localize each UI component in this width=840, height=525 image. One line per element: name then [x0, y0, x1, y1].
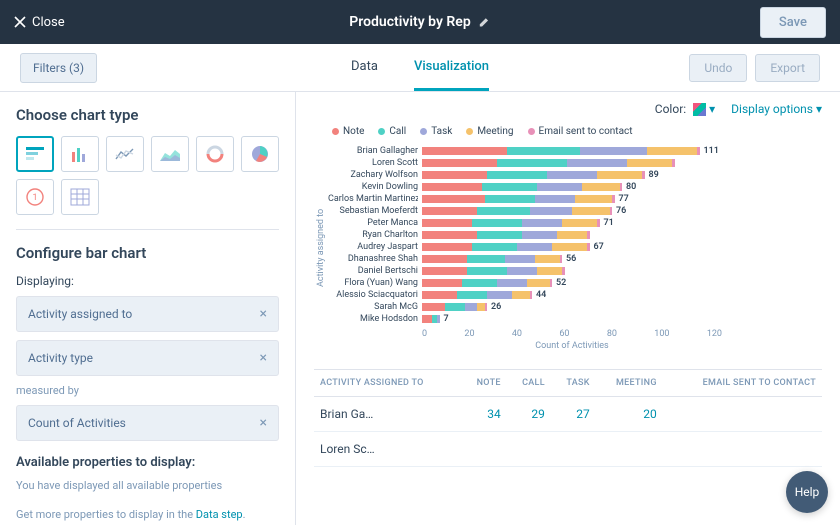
available-text: You have displayed all available propert…: [16, 478, 279, 495]
bar-row: 76: [422, 205, 822, 217]
table-header[interactable]: ACTIVITY ASSIGNED TO: [314, 370, 461, 397]
more-props-text: Get more properties to display in the Da…: [16, 507, 279, 524]
category-label: Sarah McG: [328, 301, 418, 313]
displaying-label: Displaying:: [16, 274, 279, 288]
bar-row: 26: [422, 301, 822, 313]
remove-icon[interactable]: ×: [260, 350, 267, 366]
category-label: Mike Hodsdon: [328, 313, 418, 325]
category-label: Audrey Jaspart: [328, 241, 418, 253]
bar-row: 80: [422, 181, 822, 193]
chart-type-line[interactable]: [106, 136, 144, 172]
bar-row: 7: [422, 313, 822, 325]
edit-icon[interactable]: [479, 16, 491, 28]
bar-row: 44: [422, 289, 822, 301]
bar-chart: Activity assigned to Brian GallagherLore…: [314, 145, 822, 351]
legend: Note Call Task Meeting Email sent to con…: [332, 126, 822, 137]
field-activity-type[interactable]: Activity type×: [16, 340, 279, 376]
chart-type-area[interactable]: [151, 136, 189, 172]
field-count[interactable]: Count of Activities×: [16, 405, 279, 441]
bar-row: [422, 265, 822, 277]
main-panel: Color: ▾ Display options ▾ Note Call Tas…: [296, 92, 840, 525]
bar-row: [422, 157, 822, 169]
configure-heading: Configure bar chart: [16, 244, 279, 262]
category-label: Flora (Yuan) Wang: [328, 277, 418, 289]
measured-label: measured by: [16, 384, 279, 397]
bar-row: 52: [422, 277, 822, 289]
category-label: Dhanashree Shah: [328, 253, 418, 265]
sidebar: Choose chart type 1 Configure bar chart …: [0, 92, 296, 525]
tab-visualization[interactable]: Visualization: [414, 44, 489, 91]
category-label: Kevin Dowling: [328, 181, 418, 193]
category-label: Loren Scott: [328, 157, 418, 169]
category-label: Peter Manca: [328, 217, 418, 229]
chart-type-hbar[interactable]: [16, 136, 54, 172]
category-label: Zachary Wolfson: [328, 169, 418, 181]
bar-row: 67: [422, 241, 822, 253]
bar-row: 77: [422, 193, 822, 205]
color-label: Color: ▾: [655, 102, 715, 116]
category-label: Brian Gallagher: [328, 145, 418, 157]
bar-row: 71: [422, 217, 822, 229]
category-label: Ryan Charlton: [328, 229, 418, 241]
bar-row: 89: [422, 169, 822, 181]
tab-data[interactable]: Data: [351, 44, 378, 91]
available-heading: Available properties to display:: [16, 455, 279, 470]
close-button[interactable]: Close: [14, 15, 65, 30]
bar-row: [422, 229, 822, 241]
data-table: ACTIVITY ASSIGNED TONOTECALLTASKMEETINGE…: [314, 369, 822, 467]
table-header[interactable]: MEETING: [596, 370, 663, 397]
y-axis-label: Activity assigned to: [314, 145, 328, 351]
display-options[interactable]: Display options ▾: [731, 102, 822, 116]
save-button[interactable]: Save: [760, 7, 826, 38]
page-title: Productivity by Rep: [349, 14, 470, 30]
field-activity-assigned[interactable]: Activity assigned to×: [16, 296, 279, 332]
chart-type-grid: 1: [16, 136, 279, 215]
table-header[interactable]: EMAIL SENT TO CONTACT: [663, 370, 822, 397]
export-button[interactable]: Export: [755, 54, 820, 82]
table-row[interactable]: Brian Ga…34292720: [314, 397, 822, 432]
choose-heading: Choose chart type: [16, 106, 279, 124]
filters-button[interactable]: Filters (3): [20, 53, 97, 83]
remove-icon[interactable]: ×: [260, 306, 267, 322]
data-step-link[interactable]: Data step: [196, 508, 243, 521]
table-header[interactable]: NOTE: [461, 370, 507, 397]
category-label: Daniel Bertschi: [328, 265, 418, 277]
chart-type-pie[interactable]: [241, 136, 279, 172]
toolbar: Filters (3) Data Visualization Undo Expo…: [0, 44, 840, 92]
table-row[interactable]: Loren Sc…: [314, 432, 822, 467]
close-icon: [14, 16, 26, 28]
remove-icon[interactable]: ×: [260, 415, 267, 431]
chart-type-summary[interactable]: 1: [16, 179, 54, 215]
bar-row: 56: [422, 253, 822, 265]
table-header[interactable]: CALL: [507, 370, 551, 397]
x-axis-label: Count of Activities: [422, 341, 722, 351]
close-label: Close: [32, 15, 65, 30]
category-label: Sebastian Moeferdt: [328, 205, 418, 217]
chart-type-table[interactable]: [61, 179, 99, 215]
category-label: Alessio Sciacquatori: [328, 289, 418, 301]
app-header: Close Productivity by Rep Save: [0, 0, 840, 44]
color-swatch[interactable]: [693, 103, 706, 116]
bar-row: 111: [422, 145, 822, 157]
category-label: Carlos Martin Martinez: [328, 193, 418, 205]
help-button[interactable]: Help: [786, 471, 828, 513]
table-header[interactable]: TASK: [551, 370, 596, 397]
chart-type-vbar[interactable]: [61, 136, 99, 172]
svg-text:1: 1: [32, 193, 37, 203]
undo-button[interactable]: Undo: [689, 54, 747, 82]
chart-type-donut[interactable]: [196, 136, 234, 172]
